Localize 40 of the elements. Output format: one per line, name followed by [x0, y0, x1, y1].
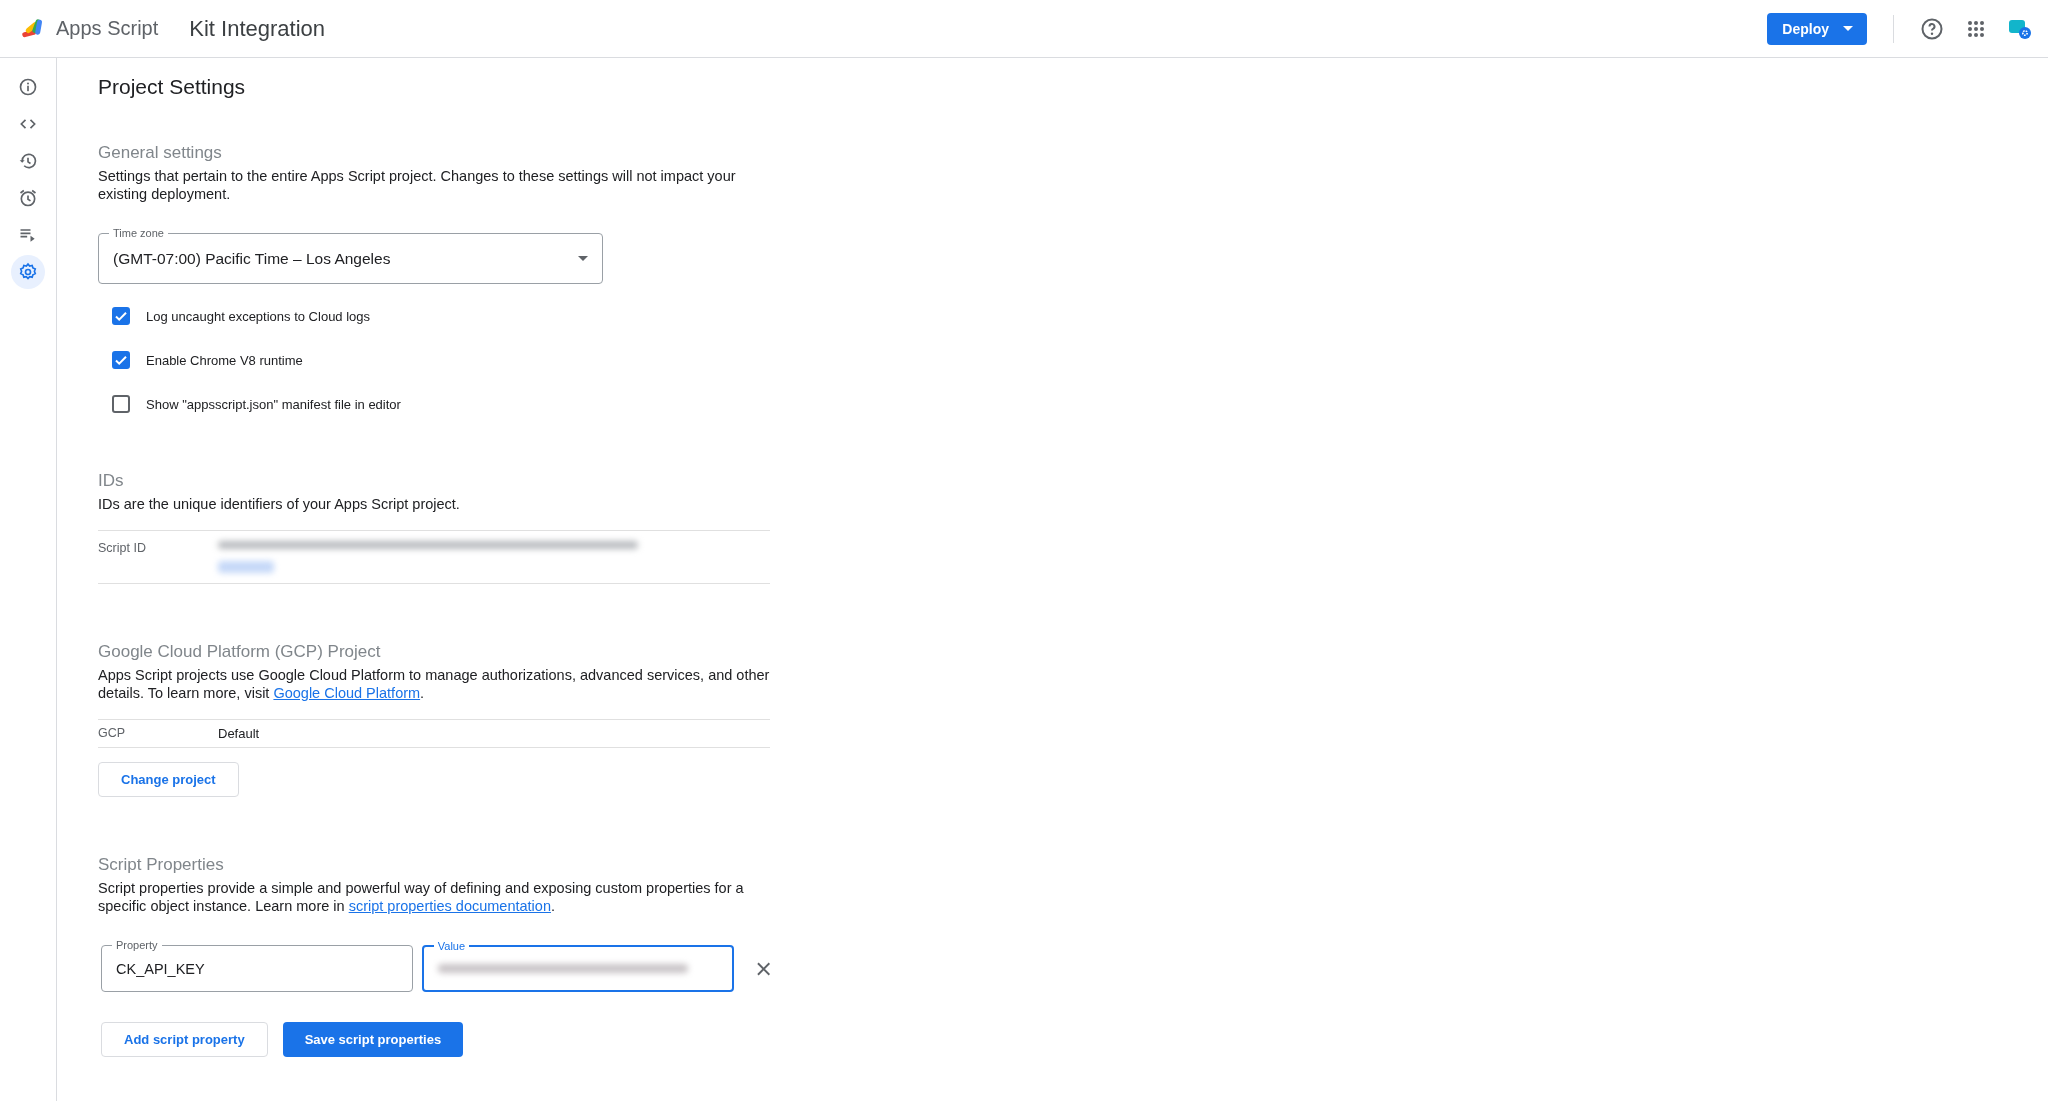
field-value: CK_API_KEY — [116, 960, 205, 977]
checkbox-label: Log uncaught exceptions to Cloud logs — [146, 308, 371, 324]
section-description: IDs are the unique identifiers of your Apps Script project. — [98, 495, 461, 513]
checkbox-label: Show "appsscript.json" manifest file in editor — [146, 396, 401, 412]
row-value: Default — [218, 726, 260, 741]
row-label: GCP — [98, 726, 127, 740]
field-label: Property — [112, 939, 162, 951]
checkbox[interactable] — [112, 351, 130, 369]
section-heading: Script Properties — [98, 855, 225, 875]
save-properties-button[interactable]: Save script properties — [282, 1022, 464, 1057]
row-label: Script ID — [98, 541, 147, 555]
dropdown-arrow-icon — [578, 256, 588, 261]
documentation-link[interactable]: script properties documentation — [348, 898, 551, 914]
gcp-link[interactable]: Google Cloud Platform — [273, 685, 421, 701]
select-value: (GMT-07:00) Pacific Time – Los Angeles — [113, 249, 391, 268]
page-title: Project Settings — [98, 75, 247, 99]
add-property-button[interactable]: Add script property — [101, 1022, 268, 1057]
section-description: Apps Script projects use Google Cloud Platform to manage authorizations, advanced services, and other details. To learn more, visit Google Cloud Platform. — [98, 666, 770, 702]
checkbox[interactable] — [112, 395, 130, 413]
field-label: Time zone — [109, 227, 168, 239]
checkbox-label: Enable Chrome V8 runtime — [146, 352, 303, 368]
project-title[interactable]: Kit Integration — [189, 15, 325, 42]
history-icon — [18, 151, 38, 171]
section-heading: Google Cloud Platform (GCP) Project — [98, 642, 382, 662]
field-label: Value — [433, 940, 470, 952]
alarm-clock-icon — [18, 188, 38, 208]
deploy-button[interactable]: Deploy — [1767, 12, 1867, 45]
checkbox[interactable] — [112, 307, 130, 325]
help-icon[interactable] — [1920, 16, 1944, 41]
section-heading: General settings — [98, 143, 223, 163]
section-description: Script properties provide a simple and powerful way of defining and exposing custom properties for a specific object instance. Learn more in script properties documentation. — [98, 879, 745, 915]
info-icon — [18, 77, 38, 97]
change-project-button[interactable]: Change project — [98, 762, 239, 797]
close-icon[interactable] — [756, 961, 770, 976]
caret-icon — [1843, 26, 1853, 31]
app-name: Apps Script — [56, 17, 159, 40]
section-description: Settings that pertain to the entire Apps Script project. Changes to these settings will not impact your existing deployment. — [98, 167, 737, 203]
settings-icon — [18, 262, 38, 282]
section-heading: IDs — [98, 471, 125, 491]
sidebar-item[interactable] — [11, 255, 45, 289]
